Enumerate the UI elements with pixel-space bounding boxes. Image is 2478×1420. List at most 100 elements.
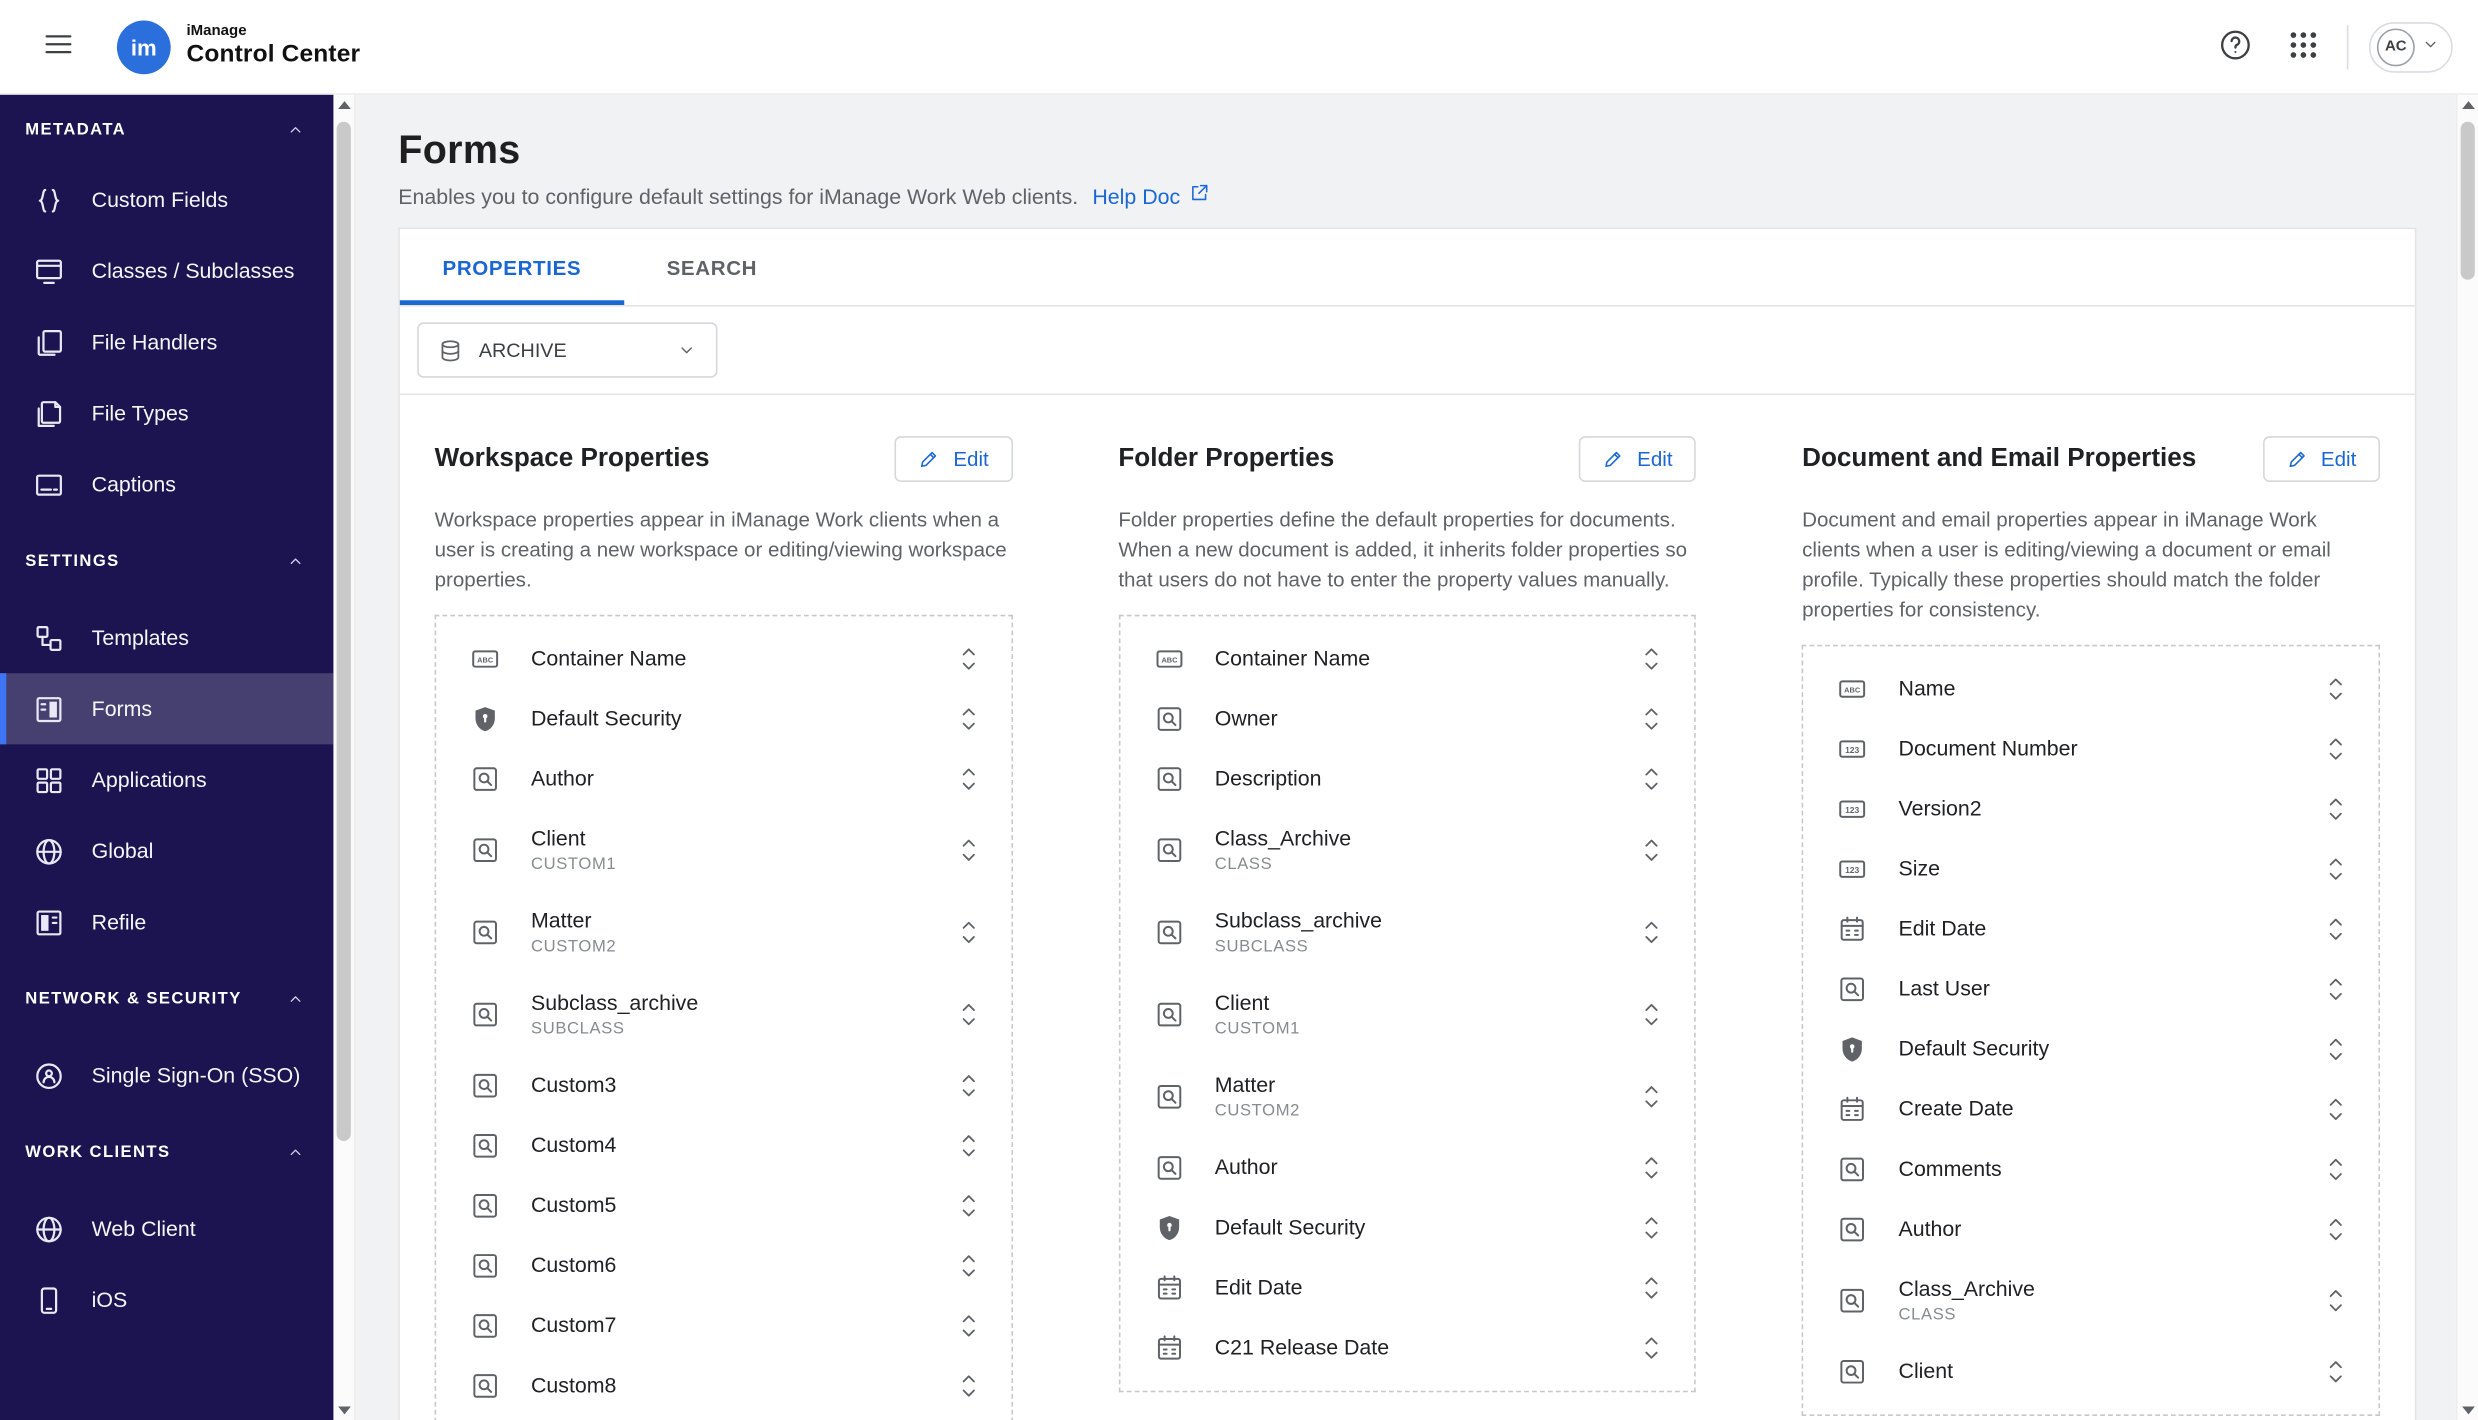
reorder-handle[interactable] bbox=[954, 918, 982, 946]
reorder-handle[interactable] bbox=[2322, 975, 2350, 1003]
sidebar-section-header-network-security[interactable]: NETWORK & SECURITY bbox=[0, 958, 333, 1040]
property-row[interactable]: Custom8 bbox=[436, 1356, 1011, 1416]
database-select-dropdown[interactable]: ARCHIVE bbox=[417, 322, 717, 377]
reorder-handle[interactable] bbox=[2322, 1155, 2350, 1183]
property-row[interactable]: Last User bbox=[1804, 959, 2379, 1019]
property-row[interactable]: Custom6 bbox=[436, 1236, 1011, 1296]
property-row[interactable]: ClientCUSTOM1 bbox=[1120, 974, 1695, 1056]
property-row[interactable]: Edit Date bbox=[1120, 1258, 1695, 1318]
sidebar-scrollbar-thumb[interactable] bbox=[337, 122, 351, 1141]
property-row[interactable]: 123Document Number bbox=[1804, 719, 2379, 779]
page-scrollbar-thumb[interactable] bbox=[2461, 122, 2475, 280]
page-scrollbar[interactable] bbox=[2456, 95, 2478, 1420]
property-row[interactable]: Create Date bbox=[1804, 1079, 2379, 1139]
reorder-handle[interactable] bbox=[2322, 915, 2350, 943]
property-row[interactable]: Default Security bbox=[1804, 1019, 2379, 1079]
reorder-handle[interactable] bbox=[1638, 918, 1666, 946]
property-row[interactable]: ABCName bbox=[1804, 659, 2379, 719]
reorder-handle[interactable] bbox=[1638, 1083, 1666, 1111]
reorder-handle[interactable] bbox=[2322, 735, 2350, 763]
reorder-handle[interactable] bbox=[2322, 795, 2350, 823]
reorder-handle[interactable] bbox=[1638, 836, 1666, 864]
account-menu-button[interactable]: AC bbox=[2369, 21, 2453, 72]
edit-button[interactable]: Edit bbox=[895, 436, 1013, 482]
reorder-handle[interactable] bbox=[2322, 1215, 2350, 1243]
property-row[interactable]: C21 Release Date bbox=[1120, 1318, 1695, 1378]
scroll-up-icon[interactable] bbox=[337, 101, 350, 109]
reorder-handle[interactable] bbox=[1638, 1214, 1666, 1242]
sidebar-item-refile[interactable]: Refile bbox=[0, 887, 333, 958]
property-row[interactable]: Subclass_archiveSUBCLASS bbox=[436, 974, 1011, 1056]
reorder-handle[interactable] bbox=[954, 1132, 982, 1160]
apps-grid-button[interactable] bbox=[2279, 23, 2326, 70]
reorder-handle[interactable] bbox=[2322, 855, 2350, 883]
reorder-handle[interactable] bbox=[1638, 645, 1666, 673]
sidebar-item-templates[interactable]: Templates bbox=[0, 602, 333, 673]
property-row[interactable]: Custom5 bbox=[436, 1176, 1011, 1236]
reorder-handle[interactable] bbox=[1638, 1274, 1666, 1302]
help-doc-link[interactable]: Help Doc bbox=[1092, 182, 1210, 212]
property-row[interactable]: 123Version2 bbox=[1804, 779, 2379, 839]
property-row[interactable]: Custom4 bbox=[436, 1116, 1011, 1176]
sidebar-item-file-handlers[interactable]: File Handlers bbox=[0, 307, 333, 378]
reorder-handle[interactable] bbox=[1638, 705, 1666, 733]
property-row[interactable]: Author bbox=[436, 749, 1011, 809]
edit-button[interactable]: Edit bbox=[2262, 436, 2380, 482]
hamburger-menu-button[interactable] bbox=[35, 23, 82, 70]
property-row[interactable]: Class_ArchiveCLASS bbox=[1804, 1260, 2379, 1342]
reorder-handle[interactable] bbox=[954, 645, 982, 673]
sidebar-item-single-sign-on-sso[interactable]: Single Sign-On (SSO) bbox=[0, 1040, 333, 1111]
property-row[interactable]: MatterCUSTOM2 bbox=[1120, 1056, 1695, 1138]
property-row[interactable]: 123Size bbox=[1804, 839, 2379, 899]
sidebar-section-header-settings[interactable]: SETTINGS bbox=[0, 520, 333, 602]
property-row[interactable]: Class_ArchiveCLASS bbox=[1120, 809, 1695, 891]
property-row[interactable]: Comments bbox=[1804, 1139, 2379, 1199]
reorder-handle[interactable] bbox=[1638, 765, 1666, 793]
property-row[interactable]: MatterCUSTOM2 bbox=[436, 891, 1011, 973]
reorder-handle[interactable] bbox=[954, 1071, 982, 1099]
sidebar-item-forms[interactable]: Forms bbox=[0, 673, 333, 744]
property-row[interactable]: Custom7 bbox=[436, 1296, 1011, 1356]
sidebar-item-ios[interactable]: iOS bbox=[0, 1264, 333, 1335]
scroll-down-icon[interactable] bbox=[2461, 1407, 2474, 1415]
property-row[interactable]: Author bbox=[1120, 1138, 1695, 1198]
sidebar-section-header-metadata[interactable]: METADATA bbox=[0, 95, 333, 165]
reorder-handle[interactable] bbox=[954, 705, 982, 733]
reorder-handle[interactable] bbox=[1638, 1154, 1666, 1182]
property-row[interactable]: ABCContainer Name bbox=[436, 629, 1011, 689]
reorder-handle[interactable] bbox=[954, 836, 982, 864]
property-row[interactable]: Owner bbox=[1120, 689, 1695, 749]
reorder-handle[interactable] bbox=[2322, 675, 2350, 703]
sidebar-item-classes-subclasses[interactable]: Classes / Subclasses bbox=[0, 235, 333, 306]
property-row[interactable]: Description bbox=[1120, 749, 1695, 809]
reorder-handle[interactable] bbox=[2322, 1358, 2350, 1386]
help-button[interactable] bbox=[2211, 23, 2258, 70]
reorder-handle[interactable] bbox=[954, 1000, 982, 1028]
property-row[interactable]: Custom3 bbox=[436, 1056, 1011, 1116]
property-row[interactable]: Default Security bbox=[1120, 1198, 1695, 1258]
scroll-up-icon[interactable] bbox=[2461, 101, 2474, 109]
tab-search[interactable]: SEARCH bbox=[624, 229, 800, 305]
sidebar-scrollbar[interactable] bbox=[333, 95, 355, 1420]
reorder-handle[interactable] bbox=[1638, 1000, 1666, 1028]
tab-properties[interactable]: PROPERTIES bbox=[400, 229, 624, 305]
property-row[interactable]: Author bbox=[1804, 1199, 2379, 1259]
reorder-handle[interactable] bbox=[954, 765, 982, 793]
property-row[interactable]: Client bbox=[1804, 1342, 2379, 1402]
property-row[interactable]: Edit Date bbox=[1804, 899, 2379, 959]
reorder-handle[interactable] bbox=[2322, 1286, 2350, 1314]
property-row[interactable]: ClientCUSTOM1 bbox=[436, 809, 1011, 891]
sidebar-item-custom-fields[interactable]: Custom Fields bbox=[0, 164, 333, 235]
sidebar-section-header-work-clients[interactable]: WORK CLIENTS bbox=[0, 1111, 333, 1193]
reorder-handle[interactable] bbox=[954, 1192, 982, 1220]
sidebar-item-web-client[interactable]: Web Client bbox=[0, 1193, 333, 1264]
scroll-down-icon[interactable] bbox=[337, 1407, 350, 1415]
reorder-handle[interactable] bbox=[1638, 1334, 1666, 1362]
reorder-handle[interactable] bbox=[954, 1252, 982, 1280]
sidebar-item-applications[interactable]: Applications bbox=[0, 744, 333, 815]
sidebar-item-global[interactable]: Global bbox=[0, 815, 333, 886]
reorder-handle[interactable] bbox=[954, 1372, 982, 1400]
property-row[interactable]: ABCContainer Name bbox=[1120, 629, 1695, 689]
sidebar-item-captions[interactable]: Captions bbox=[0, 449, 333, 520]
sidebar-item-file-types[interactable]: File Types bbox=[0, 378, 333, 449]
